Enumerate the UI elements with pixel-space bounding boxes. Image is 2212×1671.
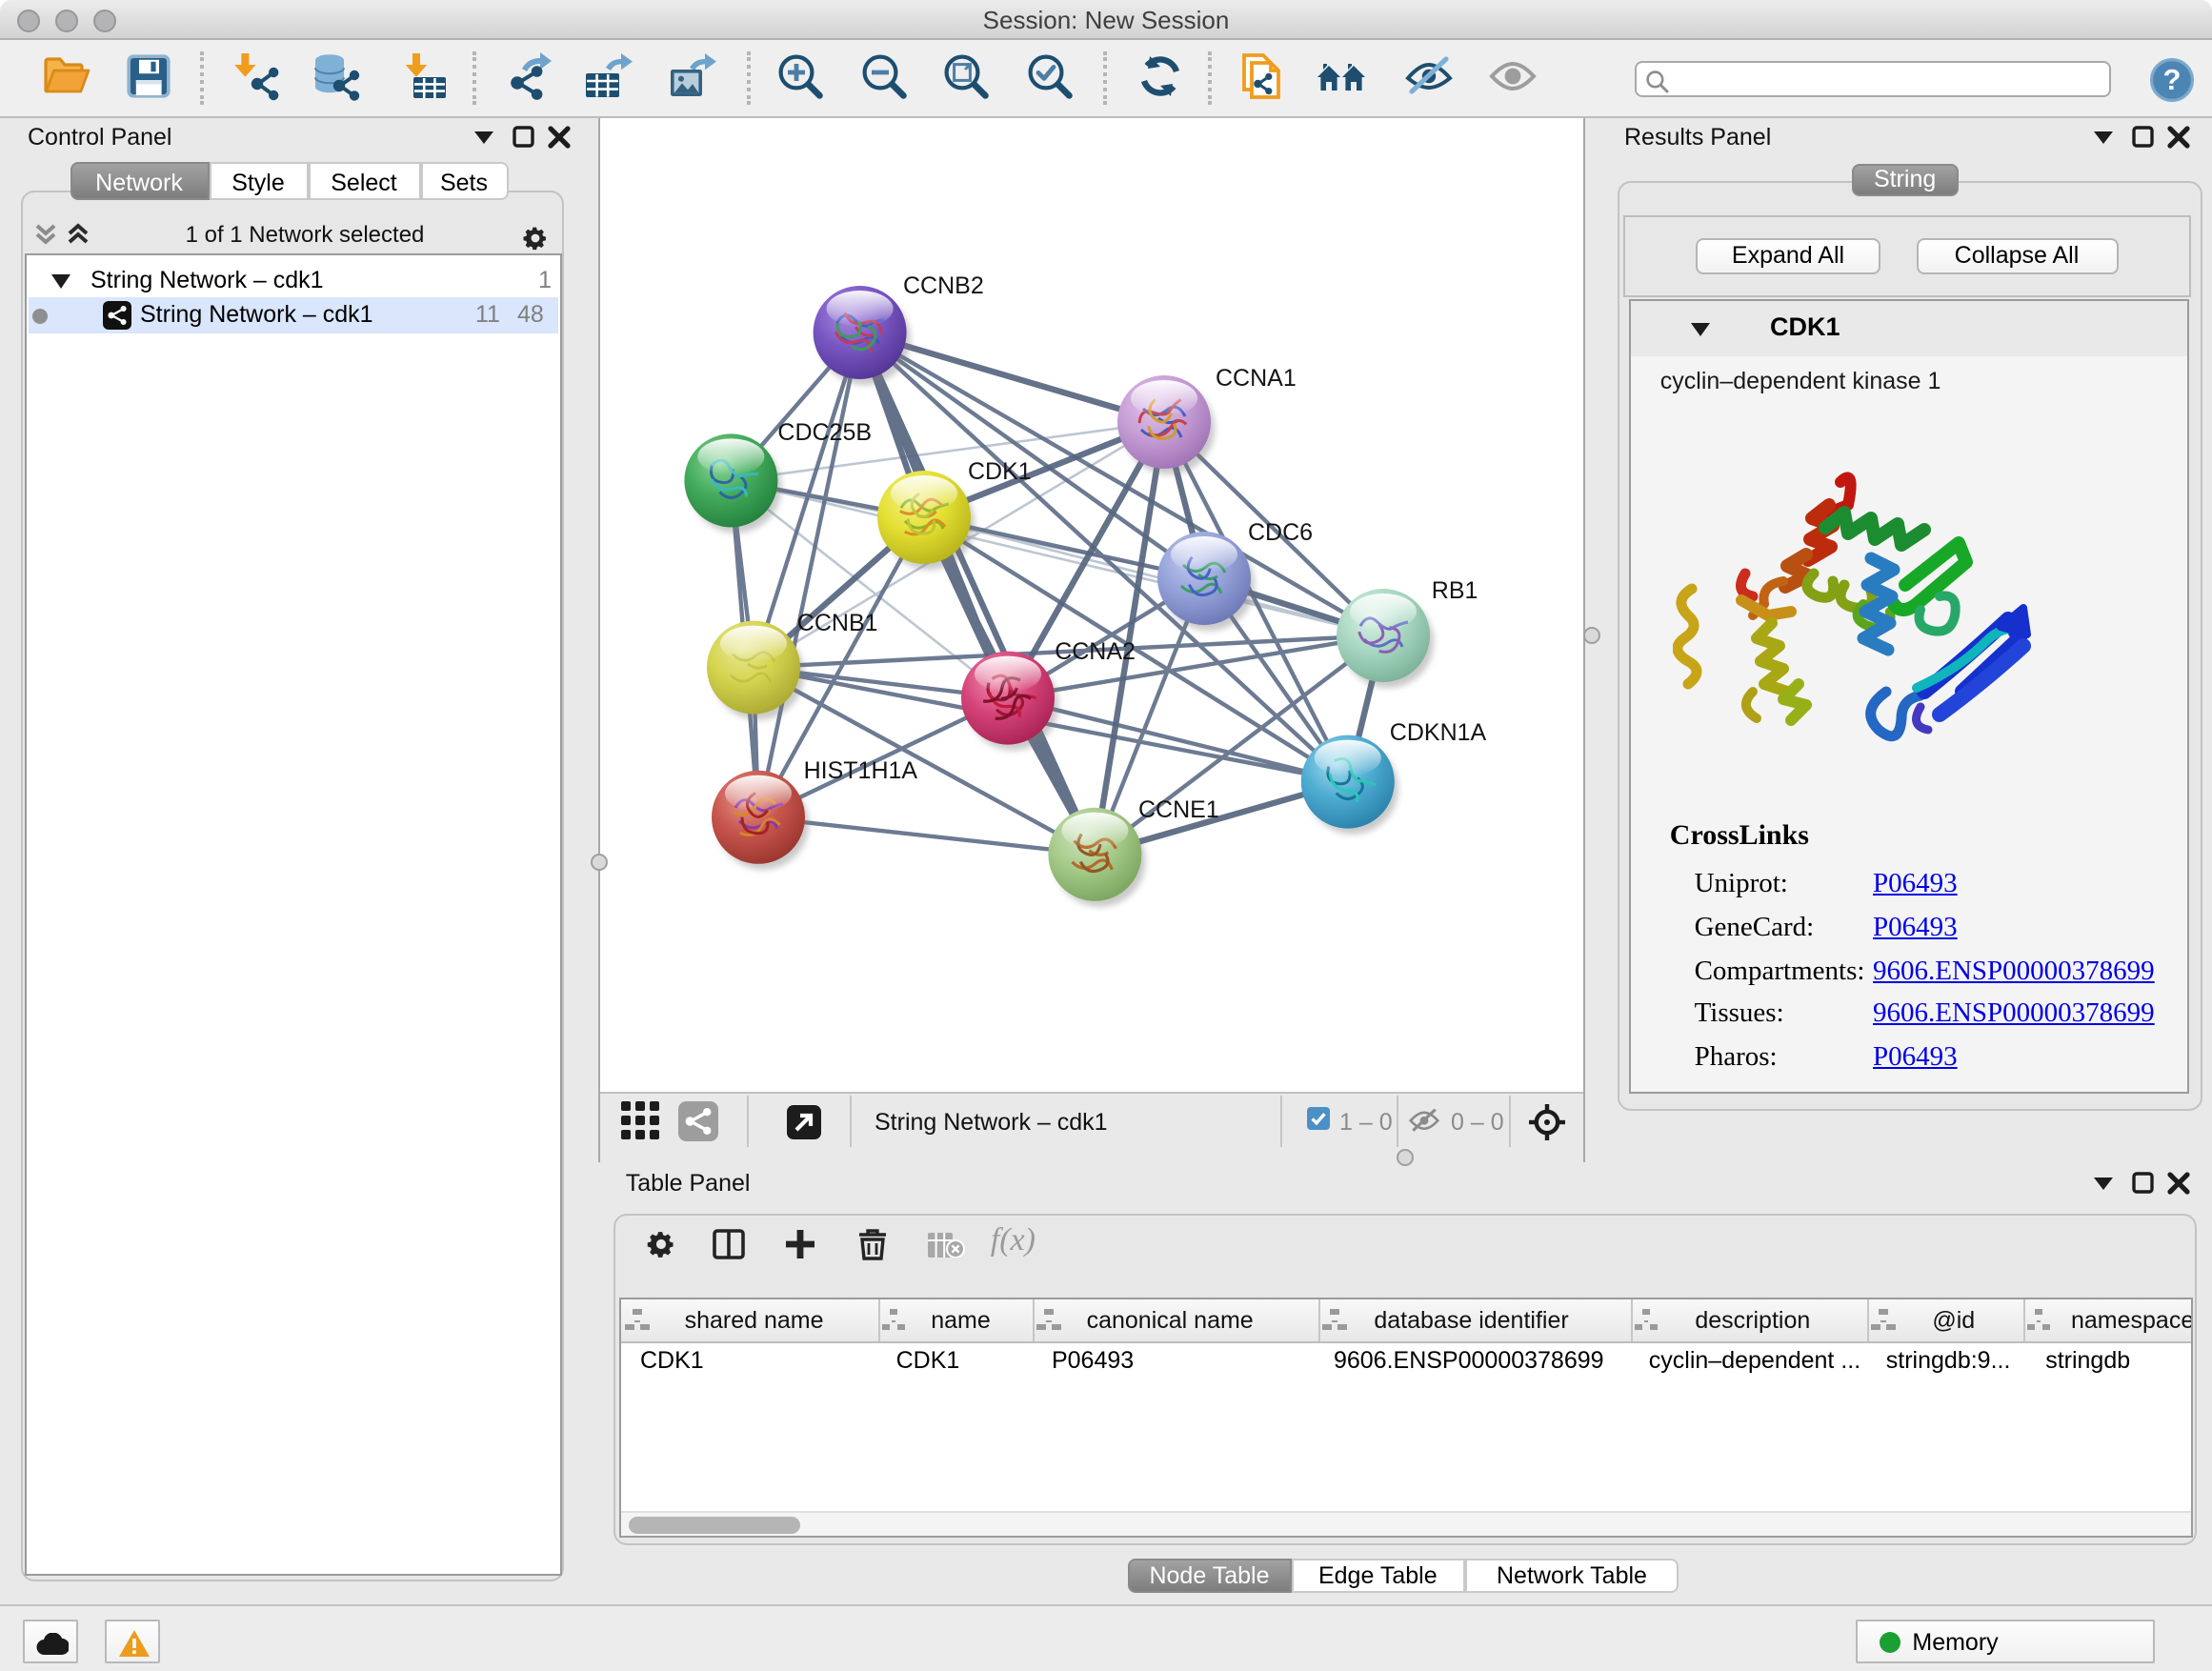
svg-text:CDC25B: CDC25B	[777, 419, 872, 446]
svg-text:?: ?	[2163, 63, 2182, 96]
svg-text:CDKN1A: CDKN1A	[1390, 719, 1487, 746]
svg-text:HIST1H1A: HIST1H1A	[804, 757, 918, 784]
svg-text:CDK1: CDK1	[968, 458, 1032, 485]
svg-text:CDC6: CDC6	[1248, 519, 1313, 546]
svg-text:CCNB2: CCNB2	[903, 272, 984, 299]
svg-text:CCNB1: CCNB1	[797, 610, 878, 636]
svg-text:CCNE1: CCNE1	[1138, 796, 1219, 823]
svg-text:CCNA1: CCNA1	[1216, 365, 1297, 392]
svg-text:RB1: RB1	[1432, 577, 1478, 604]
svg-text:CCNA2: CCNA2	[1055, 638, 1136, 665]
